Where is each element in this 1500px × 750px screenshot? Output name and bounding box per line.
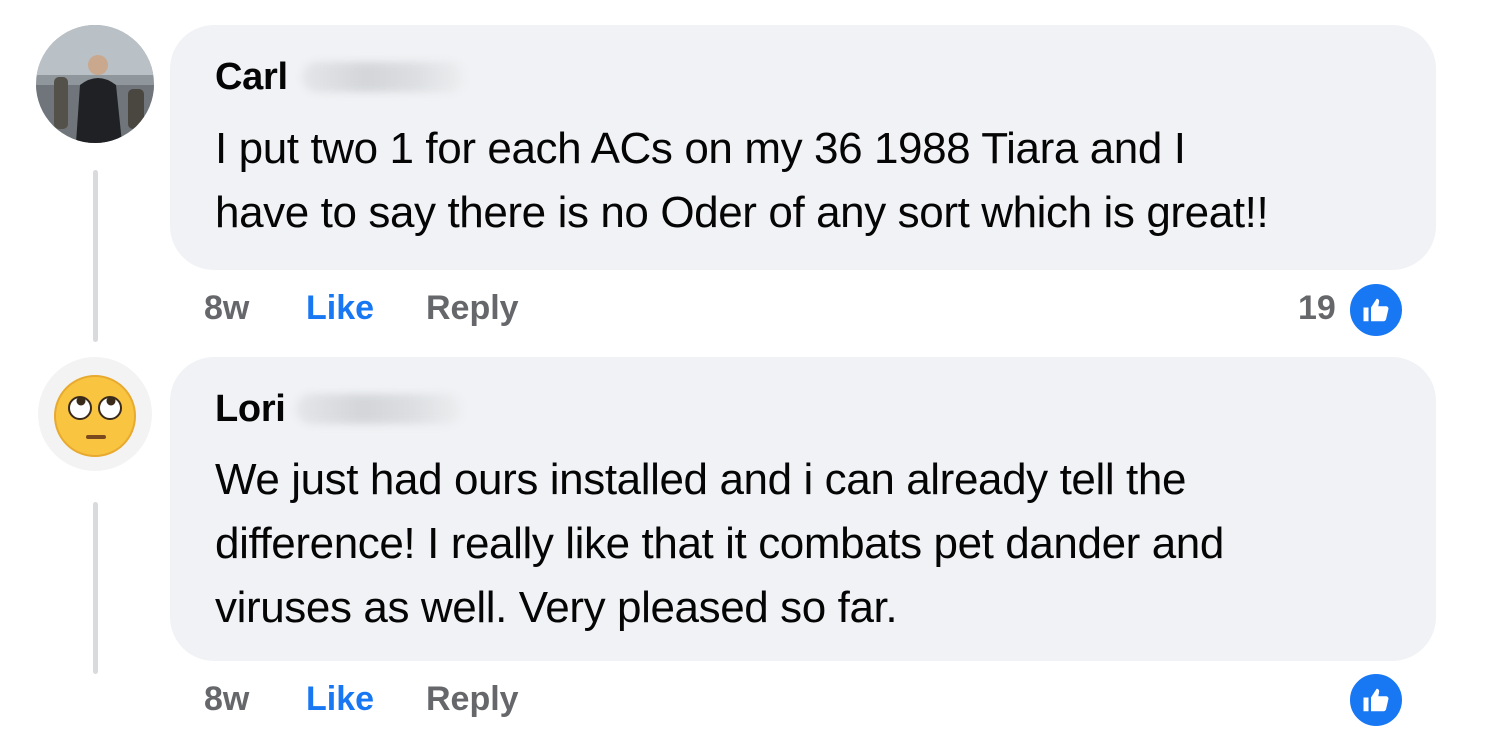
comment-text: I put two 1 for each ACs on my 36 1988 T…	[215, 117, 1269, 245]
eye-roll-emoji-icon	[38, 357, 152, 471]
profile-photo-icon	[36, 25, 154, 143]
comment-author[interactable]: Carl	[215, 55, 288, 99]
blurred-surname	[296, 394, 462, 424]
reaction-count[interactable]: 19	[1298, 288, 1336, 328]
comment-text-line: We just had ours installed and i can alr…	[215, 455, 1187, 504]
comment-text-line: viruses as well. Very pleased so far.	[215, 583, 898, 632]
reply-button[interactable]: Reply	[426, 288, 519, 328]
comment-text-line: difference! I really like that it combat…	[215, 519, 1224, 568]
comment-text-line: have to say there is no Oder of any sort…	[215, 188, 1269, 237]
avatar-carl[interactable]	[36, 25, 154, 143]
like-button[interactable]: Like	[306, 679, 374, 719]
thumbs-up-icon[interactable]	[1347, 281, 1405, 339]
thread-line	[93, 170, 98, 342]
comment-text-line: I put two 1 for each ACs on my 36 1988 T…	[215, 124, 1186, 173]
comment-time[interactable]: 8w	[204, 288, 249, 328]
blurred-surname	[302, 62, 464, 92]
comment-time[interactable]: 8w	[204, 679, 249, 719]
like-button[interactable]: Like	[306, 288, 374, 328]
comment-author[interactable]: Lori	[215, 387, 286, 431]
thumbs-up-glyph	[1363, 298, 1389, 322]
thread-line	[93, 502, 98, 674]
thumbs-up-icon[interactable]	[1347, 671, 1405, 729]
avatar-lori[interactable]	[36, 355, 154, 473]
thumbs-up-glyph	[1363, 688, 1389, 712]
comment-text: We just had ours installed and i can alr…	[215, 448, 1224, 640]
reply-button[interactable]: Reply	[426, 679, 519, 719]
